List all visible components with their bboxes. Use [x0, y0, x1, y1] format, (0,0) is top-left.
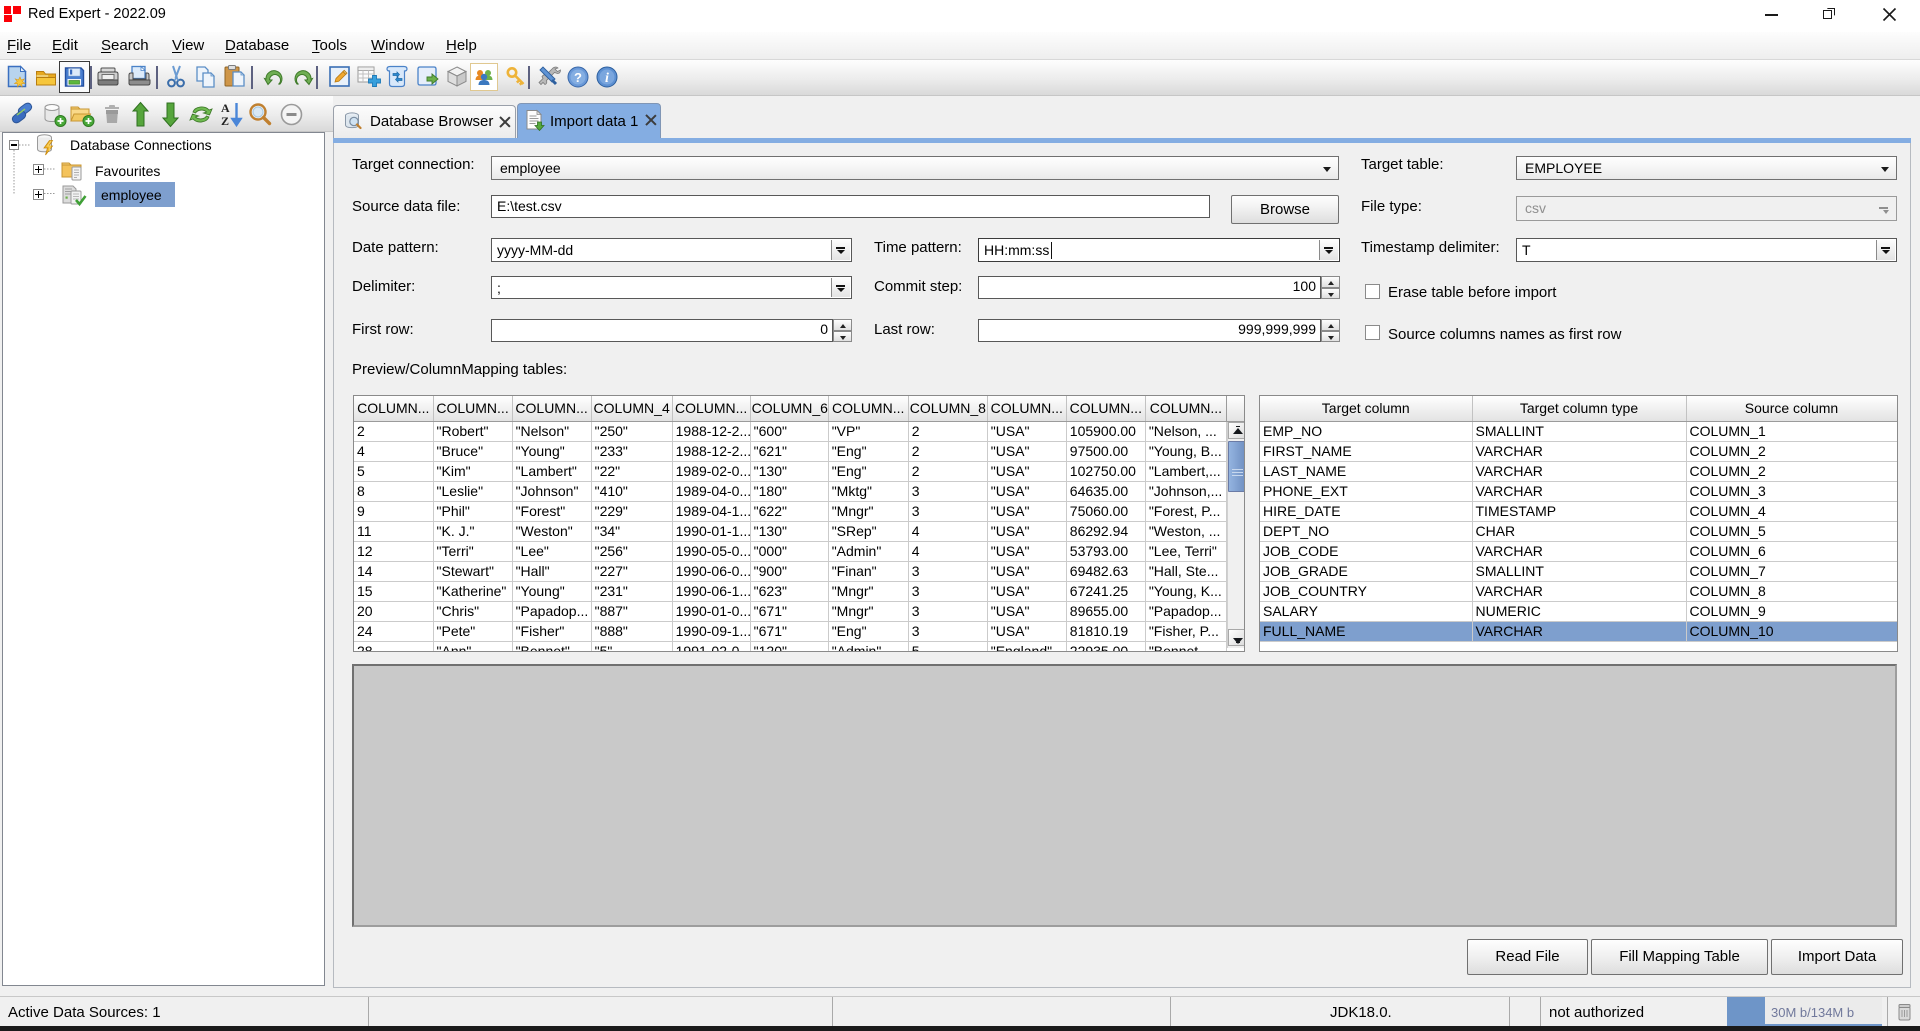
- svg-text:?: ?: [574, 70, 582, 85]
- svg-text:Z: Z: [221, 114, 229, 128]
- svg-text:i: i: [605, 71, 609, 86]
- svg-text:A: A: [221, 101, 230, 115]
